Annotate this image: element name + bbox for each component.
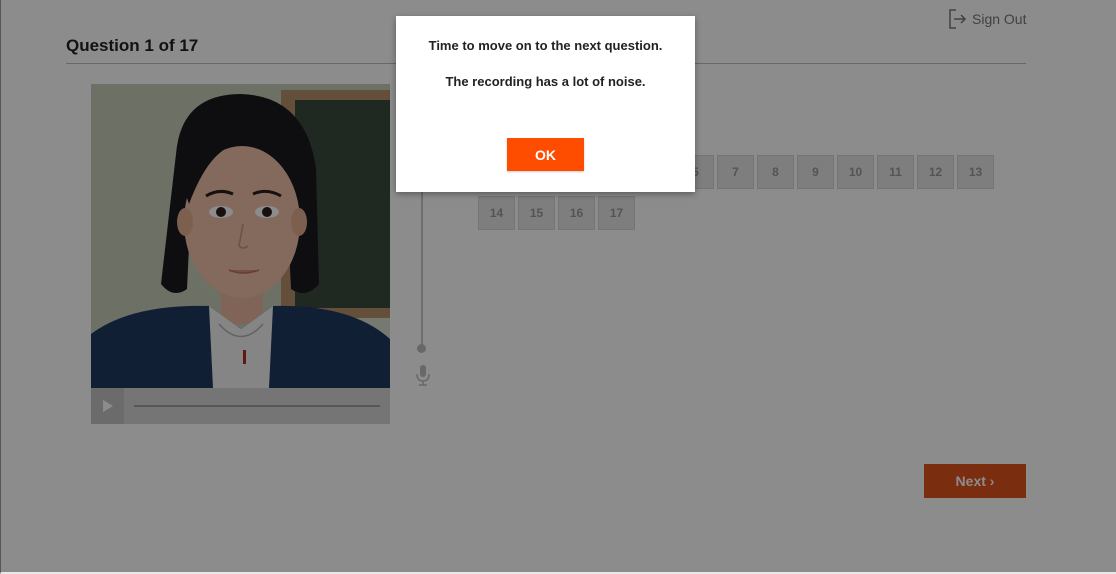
alert-dialog: Time to move on to the next question. Th… — [396, 16, 695, 192]
alert-message-line-1: Time to move on to the next question. — [428, 38, 663, 53]
alert-message-line-2: The recording has a lot of noise. — [445, 74, 646, 89]
ok-button[interactable]: OK — [507, 138, 584, 171]
